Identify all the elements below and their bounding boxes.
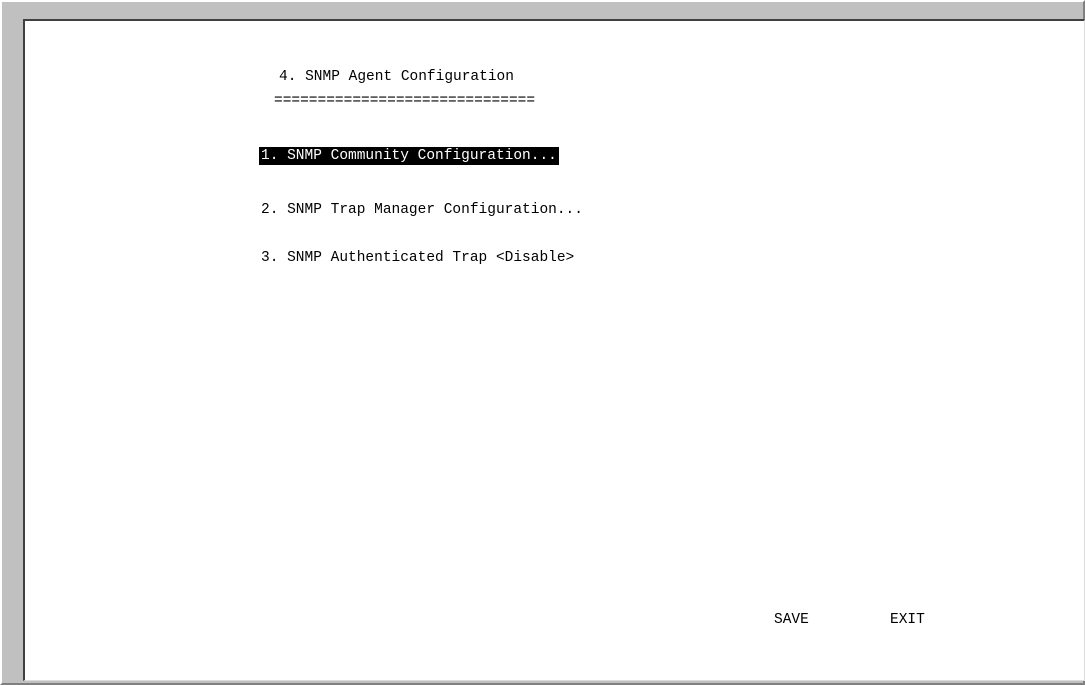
terminal-screen: 4. SNMP Agent Configuration ============… (23, 19, 1085, 681)
save-button[interactable]: SAVE (774, 611, 809, 629)
screen-title: 4. SNMP Agent Configuration (279, 69, 514, 85)
exit-button[interactable]: EXIT (890, 611, 925, 629)
console-window: 4. SNMP Agent Configuration ============… (0, 0, 1085, 685)
menu-item-snmp-trap-manager[interactable]: 2. SNMP Trap Manager Configuration... (259, 201, 585, 219)
title-underline: ============================== (274, 93, 536, 109)
menu-item-snmp-community[interactable]: 1. SNMP Community Configuration... (259, 147, 559, 165)
menu-item-snmp-authenticated-trap[interactable]: 3. SNMP Authenticated Trap <Disable> (259, 249, 576, 267)
